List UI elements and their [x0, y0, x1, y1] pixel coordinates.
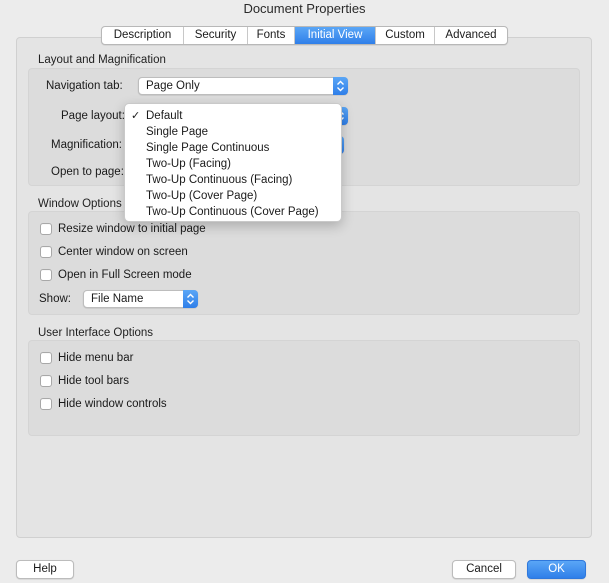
hide-menu-bar-checkbox[interactable]	[40, 352, 52, 364]
page-layout-label: Page layout:	[61, 110, 125, 122]
menu-item-single-page-continuous[interactable]: Single Page Continuous	[125, 140, 341, 156]
tab-bar: Description Security Fonts Initial View …	[101, 26, 508, 45]
menu-item-label: Two-Up Continuous (Cover Page)	[146, 206, 319, 218]
open-to-page-label: Open to page:	[51, 166, 124, 178]
hide-tool-bars-option[interactable]: Hide tool bars	[40, 375, 129, 387]
resize-window-checkbox[interactable]	[40, 223, 52, 235]
page-layout-menu: ✓ Default Single Page Single Page Contin…	[124, 103, 342, 222]
hide-window-controls-option[interactable]: Hide window controls	[40, 398, 167, 410]
center-window-option[interactable]: Center window on screen	[40, 246, 188, 258]
menu-item-label: Two-Up (Cover Page)	[146, 190, 258, 202]
navigation-tab-select[interactable]: Page Only	[138, 77, 348, 95]
menu-item-label: Two-Up (Facing)	[146, 158, 231, 170]
hide-menu-bar-option[interactable]: Hide menu bar	[40, 352, 133, 364]
help-button[interactable]: Help	[16, 560, 74, 579]
tab-fonts[interactable]: Fonts	[248, 27, 295, 44]
menu-item-two-up-continuous-cover-page[interactable]: Two-Up Continuous (Cover Page)	[125, 204, 341, 220]
menu-item-two-up-facing[interactable]: Two-Up (Facing)	[125, 156, 341, 172]
show-label: Show:	[39, 293, 71, 305]
menu-item-two-up-cover-page[interactable]: Two-Up (Cover Page)	[125, 188, 341, 204]
menu-item-two-up-continuous-facing[interactable]: Two-Up Continuous (Facing)	[125, 172, 341, 188]
menu-item-default[interactable]: ✓ Default	[125, 108, 341, 124]
tab-security[interactable]: Security	[184, 27, 248, 44]
menu-item-label: Two-Up Continuous (Facing)	[146, 174, 293, 186]
hide-window-controls-checkbox[interactable]	[40, 398, 52, 410]
hide-tool-bars-label: Hide tool bars	[58, 375, 129, 387]
navigation-tab-label: Navigation tab:	[46, 80, 123, 92]
center-window-checkbox[interactable]	[40, 246, 52, 258]
menu-item-single-page[interactable]: Single Page	[125, 124, 341, 140]
show-select[interactable]: File Name	[83, 290, 198, 308]
hide-tool-bars-checkbox[interactable]	[40, 375, 52, 387]
window-options-title: Window Options	[38, 198, 122, 210]
chevron-updown-icon	[333, 77, 348, 95]
ok-button[interactable]: OK	[527, 560, 586, 579]
tab-initial-view[interactable]: Initial View	[295, 27, 376, 44]
tab-description[interactable]: Description	[102, 27, 184, 44]
window-title: Document Properties	[243, 1, 366, 16]
menu-item-label: Default	[146, 110, 183, 122]
full-screen-label: Open in Full Screen mode	[58, 269, 192, 281]
cancel-button[interactable]: Cancel	[452, 560, 516, 579]
ui-options-title: User Interface Options	[38, 327, 154, 339]
tab-custom[interactable]: Custom	[376, 27, 435, 44]
chevron-updown-icon	[183, 290, 198, 308]
show-value: File Name	[91, 293, 144, 305]
checkmark-icon: ✓	[131, 110, 141, 122]
magnification-label: Magnification:	[51, 139, 122, 151]
hide-window-controls-label: Hide window controls	[58, 398, 167, 410]
menu-item-label: Single Page Continuous	[146, 142, 270, 154]
menu-item-label: Single Page	[146, 126, 209, 138]
hide-menu-bar-label: Hide menu bar	[58, 352, 134, 364]
full-screen-checkbox[interactable]	[40, 269, 52, 281]
resize-window-label: Resize window to initial page	[58, 223, 206, 235]
layout-section-title: Layout and Magnification	[38, 54, 166, 66]
tab-advanced[interactable]: Advanced	[435, 27, 507, 44]
full-screen-option[interactable]: Open in Full Screen mode	[40, 269, 192, 281]
navigation-tab-value: Page Only	[146, 80, 200, 92]
resize-window-option[interactable]: Resize window to initial page	[40, 223, 206, 235]
center-window-label: Center window on screen	[58, 246, 188, 258]
